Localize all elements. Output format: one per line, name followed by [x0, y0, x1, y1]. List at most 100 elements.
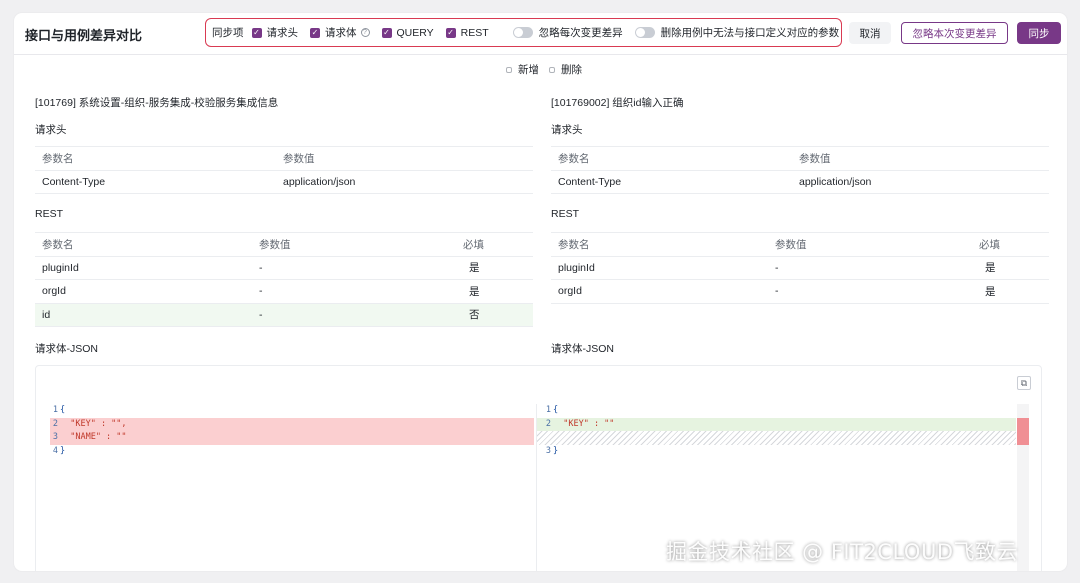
- table-row: pluginId - 是: [35, 257, 533, 280]
- right-header-section-label: 请求头: [551, 124, 583, 136]
- column-header: 参数名: [558, 238, 590, 251]
- checkbox-label: REST: [460, 26, 489, 39]
- code-text: }: [553, 445, 559, 456]
- table-cell: -: [775, 261, 779, 274]
- table-cell: Content-Type: [42, 175, 106, 188]
- ignore-this-change-button[interactable]: 忽略本次变更差异: [901, 22, 1008, 44]
- left-rest-table: 参数名 参数值 必填 pluginId - 是 orgId - 是 id - 否: [35, 232, 533, 327]
- switch-label: 忽略每次变更差异: [538, 27, 623, 39]
- table-row: Content-Type application/json: [551, 171, 1049, 194]
- column-header: 参数名: [42, 238, 74, 251]
- line-number: 4: [52, 445, 58, 456]
- table-cell: 是: [985, 262, 996, 275]
- table-cell: id: [42, 308, 51, 321]
- legend-deleted: 删除: [549, 62, 582, 77]
- table-cell: application/json: [799, 175, 872, 188]
- left-rest-section-label: REST: [35, 208, 64, 220]
- table-row: Content-Type application/json: [35, 171, 533, 194]
- code-line-deleted: 2 "KEY" : "",: [50, 417, 534, 431]
- check-icon: ✓: [251, 27, 262, 38]
- table-header-row: 参数名 参数值 必填: [35, 233, 533, 257]
- code-text: {: [60, 405, 66, 415]
- left-case-name: [101769] 系统设置-组织-服务集成-校验服务集成信息: [35, 97, 279, 109]
- left-header-section-label: 请求头: [35, 124, 67, 136]
- diff-dialog: 接口与用例差异对比 同步项 ✓ 请求头 ✓ 请求体 ? ✓ QUERY ✓ RE…: [14, 13, 1067, 571]
- deleted-marker-icon: [549, 66, 555, 73]
- code-line-placeholder: [537, 431, 1016, 445]
- sync-options-label: 同步项: [212, 27, 244, 39]
- switch-track[interactable]: [512, 27, 533, 38]
- added-marker-icon: [506, 66, 512, 73]
- watermark: 掘金技术社区 @ FIT2CLOUD飞致云: [666, 540, 1018, 564]
- table-cell: -: [259, 308, 263, 321]
- copy-icon[interactable]: ⧉: [1017, 376, 1031, 390]
- code-line: 1{: [50, 404, 534, 418]
- check-icon: ✓: [381, 27, 392, 38]
- line-number: 2: [52, 418, 58, 429]
- sync-button[interactable]: 同步: [1017, 22, 1061, 44]
- table-cell: orgId: [42, 285, 66, 298]
- sync-rest-checkbox[interactable]: ✓ REST: [445, 26, 489, 39]
- table-cell: 是: [469, 262, 480, 275]
- dialog-header: 接口与用例差异对比 同步项 ✓ 请求头 ✓ 请求体 ? ✓ QUERY ✓ RE…: [14, 13, 1067, 55]
- table-header-row: 参数名 参数值: [551, 147, 1049, 171]
- table-cell: Content-Type: [558, 175, 622, 188]
- table-cell: -: [259, 261, 263, 274]
- code-text: "NAME" : "": [60, 432, 127, 442]
- delete-unmatched-params-switch[interactable]: 删除用例中无法与接口定义对应的参数: [634, 25, 839, 40]
- right-json-section-label: 请求体-JSON: [551, 343, 614, 355]
- code-line-deleted: 3 "NAME" : "": [50, 431, 534, 445]
- table-cell: -: [775, 285, 779, 298]
- table-cell: -: [259, 285, 263, 298]
- column-header: 参数值: [283, 152, 315, 165]
- column-header: 参数名: [42, 152, 74, 165]
- switch-knob: [635, 28, 645, 37]
- code-text: "KEY" : "": [553, 418, 615, 429]
- table-cell: 是: [469, 285, 480, 298]
- right-case-name: [101769002] 组织id输入正确: [551, 97, 684, 109]
- table-row: orgId - 是: [551, 280, 1049, 304]
- left-json-section-label: 请求体-JSON: [35, 343, 98, 355]
- left-json-editor[interactable]: 1{ 2 "KEY" : "", 3 "NAME" : "" 4}: [50, 404, 534, 571]
- code-text: "KEY" : "",: [60, 418, 127, 429]
- checkbox-label: QUERY: [396, 26, 434, 39]
- code-text: }: [60, 445, 66, 456]
- column-header: 参数值: [799, 152, 831, 165]
- sync-request-header-checkbox[interactable]: ✓ 请求头: [251, 25, 298, 40]
- code-line: 4}: [50, 445, 534, 459]
- column-header: 参数值: [259, 238, 291, 251]
- sync-options-group: 同步项 ✓ 请求头 ✓ 请求体 ? ✓ QUERY ✓ REST 忽略每次变更差…: [205, 18, 842, 47]
- sync-request-body-checkbox[interactable]: ✓ 请求体 ?: [310, 25, 370, 40]
- column-header: 参数值: [775, 238, 807, 251]
- cancel-button[interactable]: 取消: [849, 22, 891, 44]
- right-rest-section-label: REST: [551, 208, 580, 220]
- diff-overview-ruler[interactable]: [1017, 404, 1029, 571]
- column-header: 参数名: [558, 152, 590, 165]
- table-row: orgId - 是: [35, 280, 533, 304]
- check-icon: ✓: [310, 27, 320, 38]
- sync-query-checkbox[interactable]: ✓ QUERY: [381, 26, 434, 39]
- table-header-row: 参数名 参数值 必填: [551, 233, 1049, 257]
- table-cell: pluginId: [42, 261, 79, 274]
- table-cell: pluginId: [558, 261, 595, 274]
- dialog-title: 接口与用例差异对比: [25, 28, 143, 43]
- line-number: 3: [52, 432, 58, 442]
- legend-added: 新增: [506, 62, 539, 77]
- left-header-table: 参数名 参数值 Content-Type application/json: [35, 146, 533, 194]
- table-cell: 是: [985, 285, 996, 298]
- line-number: 1: [545, 405, 551, 415]
- switch-track[interactable]: [634, 27, 655, 38]
- line-number: 1: [52, 405, 58, 415]
- code-text: {: [553, 405, 559, 415]
- legend-added-label: 新增: [518, 64, 539, 76]
- diff-legend: 新增 删除: [506, 62, 592, 77]
- table-row: pluginId - 是: [551, 257, 1049, 280]
- right-rest-table: 参数名 参数值 必填 pluginId - 是 orgId - 是: [551, 232, 1049, 304]
- table-header-row: 参数名 参数值: [35, 147, 533, 171]
- help-icon[interactable]: ?: [360, 28, 370, 37]
- code-line-changed: 2 "KEY" : "": [537, 417, 1016, 431]
- overview-deleted-marker: [1017, 418, 1029, 445]
- code-line: 3}: [537, 445, 1029, 459]
- ignore-changes-switch[interactable]: 忽略每次变更差异: [512, 25, 623, 40]
- line-number: 2: [545, 418, 551, 429]
